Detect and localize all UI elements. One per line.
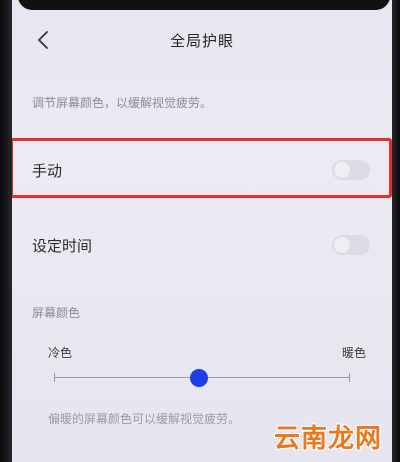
slider-start-tick — [54, 373, 55, 382]
slider-thumb[interactable] — [190, 369, 209, 387]
header: 全局护眼 — [12, 24, 392, 56]
scheduled-time-label: 设定时间 — [32, 237, 93, 255]
scheduled-time-toggle[interactable] — [332, 235, 370, 255]
color-temperature-slider[interactable] — [54, 368, 350, 388]
warm-color-note: 偏暖的屏幕颜色可以缓解视觉疲劳。 — [48, 412, 241, 426]
page-description: 调节屏幕颜色，以缓解视觉疲劳。 — [32, 96, 213, 110]
slider-end-tick — [349, 373, 350, 382]
screen-color-section-label: 屏幕颜色 — [32, 306, 81, 320]
toggle-knob — [334, 237, 350, 253]
screen: 全局护眼 调节屏幕颜色，以缓解视觉疲劳。 手动 设定时间 屏幕颜色 冷色 暖色 … — [12, 0, 392, 462]
warm-color-label: 暖色 — [341, 346, 366, 360]
scheduled-time-row[interactable]: 设定时间 — [12, 223, 392, 267]
camera-notch — [18, 0, 390, 10]
highlight-annotation — [12, 138, 392, 198]
page-title: 全局护眼 — [169, 32, 234, 50]
watermark-logo: 云南龙网 — [273, 424, 382, 454]
cool-color-label: 冷色 — [48, 346, 73, 360]
